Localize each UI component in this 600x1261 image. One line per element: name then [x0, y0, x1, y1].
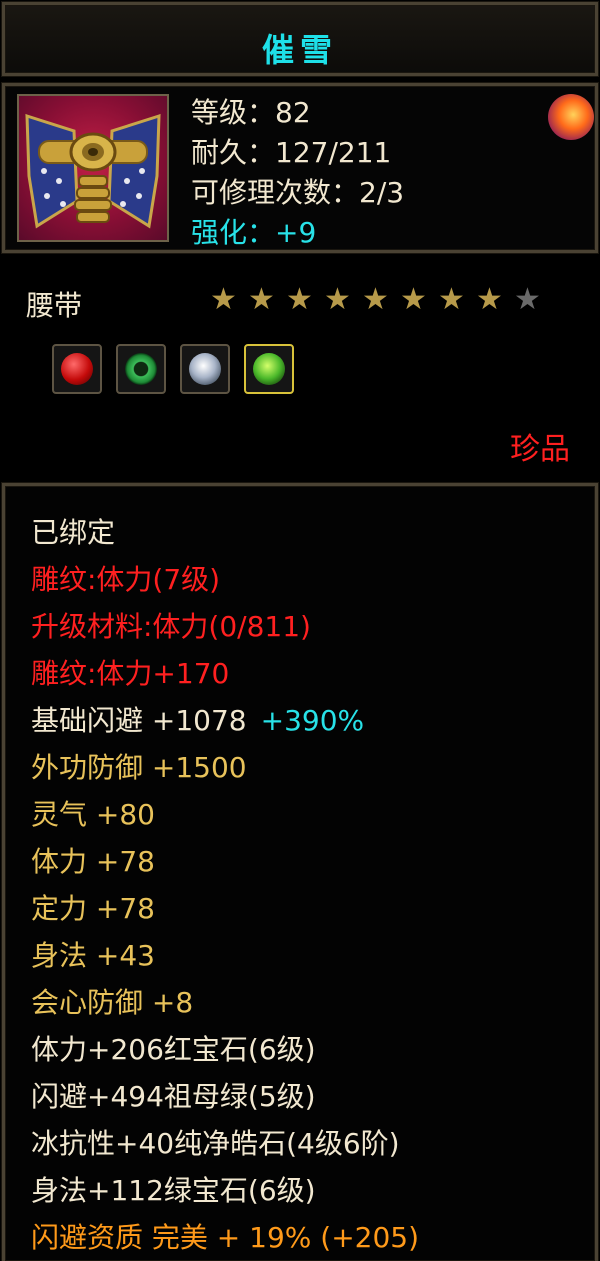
focus-stat: 定力 +78 [31, 892, 155, 925]
engrave-bonus: 雕纹:体力+170 [31, 657, 230, 690]
outer-defense: 外功防御 +1500 [31, 751, 247, 784]
flame-orb-icon [548, 94, 594, 140]
gem-bonus-2: 闪避+494祖母绿(5级) [31, 1080, 316, 1113]
item-name: 催雪 [261, 31, 338, 69]
star-empty-icon: ★ [514, 282, 541, 317]
star-filled-icon: ★ [400, 282, 427, 317]
star-filled-icon: ★ [476, 282, 503, 317]
star-filled-icon: ★ [362, 282, 389, 317]
item-type: 腰带 [26, 289, 83, 322]
gem-bonus-3: 冰抗性+40纯净皓石(4级6阶) [31, 1127, 400, 1160]
bound-status: 已绑定 [31, 516, 116, 549]
belt-icon[interactable] [17, 94, 169, 242]
green-jade-ring-icon[interactable] [116, 344, 166, 394]
base-dodge-value: 基础闪避 +1078 [31, 704, 247, 737]
crit-defense-stat: 会心防御 +8 [31, 986, 194, 1019]
green-gem-icon[interactable] [244, 344, 294, 394]
star-filled-icon: ★ [248, 282, 275, 317]
agility-stat: 身法 +43 [31, 939, 155, 972]
gem-bonus-4: 身法+112绿宝石(6级) [31, 1174, 316, 1207]
star-filled-icon: ★ [286, 282, 313, 317]
gem-bonus-1: 体力+206红宝石(6级) [31, 1033, 316, 1066]
star-filled-icon: ★ [438, 282, 465, 317]
diamond-icon[interactable] [180, 344, 230, 394]
dodge-bonus: +390% [260, 704, 365, 737]
level-stat: 等级：82 [191, 96, 311, 129]
star-filled-icon: ★ [210, 282, 237, 317]
durability-stat: 耐久：127/211 [191, 136, 392, 169]
engrave-level: 雕纹:体力(7级) [31, 563, 221, 596]
red-gem-icon[interactable] [52, 344, 102, 394]
stamina-stat: 体力 +78 [31, 845, 155, 878]
spirit-stat: 灵气 +80 [31, 798, 155, 831]
base-dodge: 基础闪避 +1078 +390% [31, 704, 364, 738]
star-filled-icon: ★ [324, 282, 351, 317]
upgrade-material: 升级材料:体力(0/811) [31, 610, 311, 643]
dodge-quality: 闪避资质 完美 + 19% (+205) [31, 1221, 420, 1254]
title-bar: 催雪 [2, 2, 598, 76]
attributes-panel: 已绑定 雕纹:体力(7级) 升级材料:体力(0/811) 雕纹:体力+170 基… [2, 483, 598, 1261]
repair-count-stat: 可修理次数：2/3 [191, 176, 405, 209]
rarity-label: 珍品 [510, 432, 570, 467]
item-info-panel: 等级：82 耐久：127/211 可修理次数：2/3 强化：+9 [2, 83, 598, 253]
enhance-stat: 强化：+9 [191, 216, 317, 249]
